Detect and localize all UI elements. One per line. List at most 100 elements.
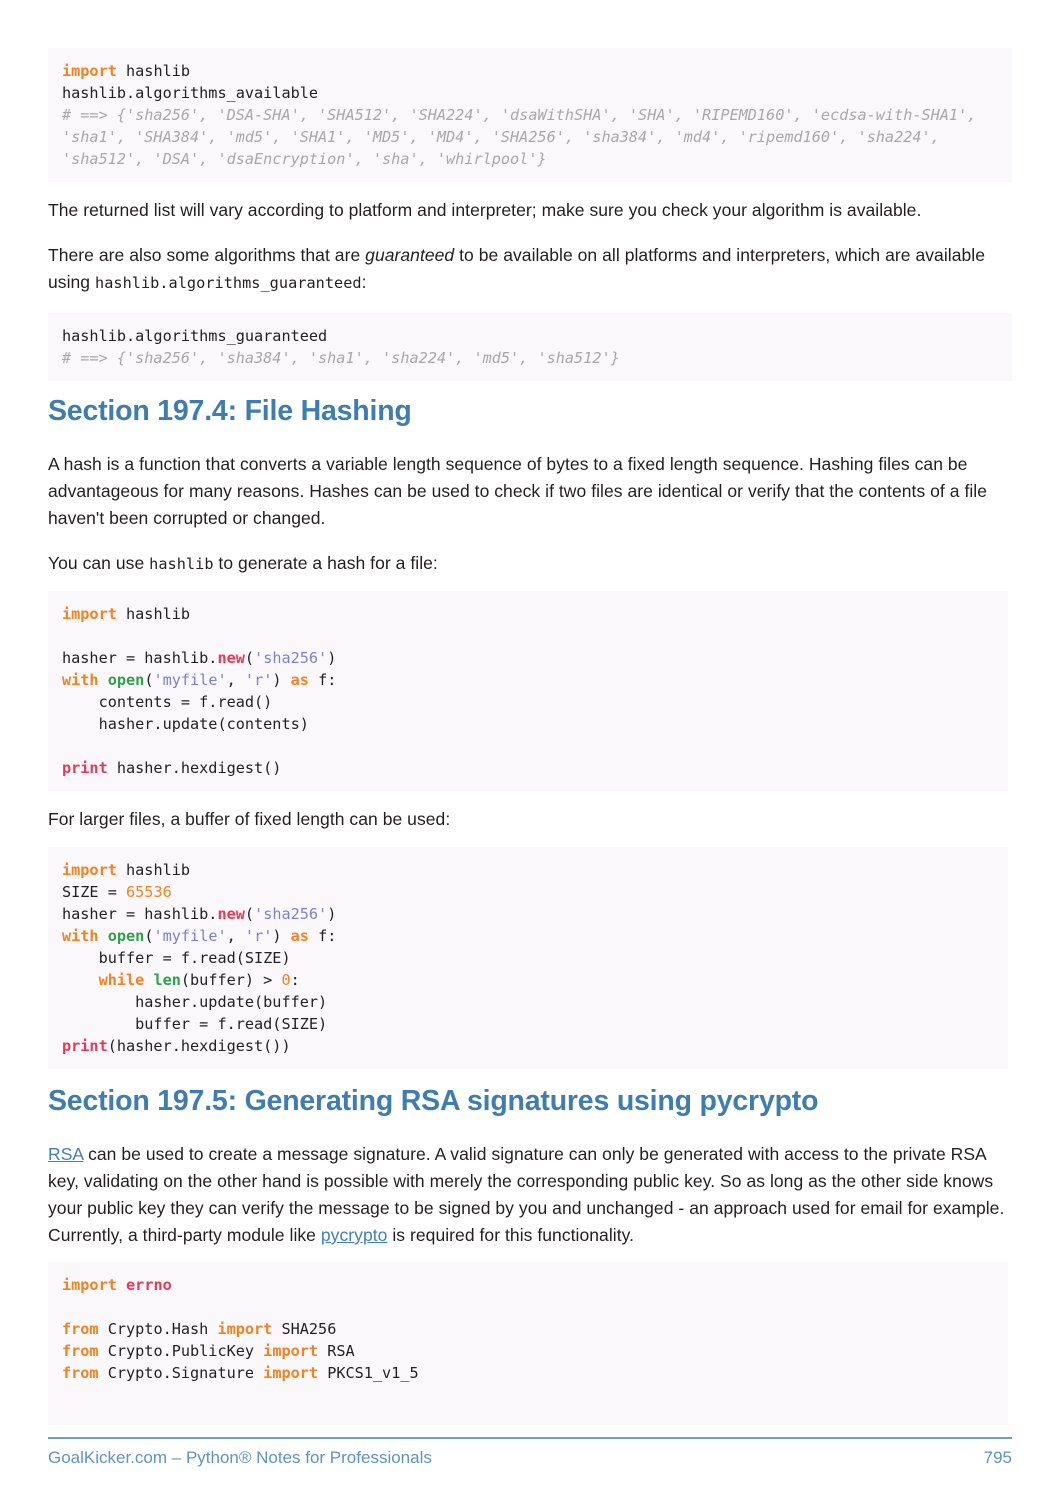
code-number: 65536 — [126, 883, 172, 901]
code-text: Crypto.Hash — [98, 1320, 218, 1338]
code-line: buffer = f.read(SIZE) — [62, 1015, 328, 1033]
code-block-file-hash: import hashlib hasher = hashlib.new('sha… — [48, 591, 1008, 791]
code-comment-line: # ==> {'sha256', 'DSA-SHA', 'SHA512', 'S… — [62, 106, 977, 124]
code-text: ) — [272, 927, 291, 945]
code-text: ) — [327, 649, 337, 667]
code-function: print — [62, 1037, 108, 1055]
code-string: 'sha256' — [254, 905, 328, 923]
code-block-algorithms-available: import hashlib hashlib.algorithms_availab… — [48, 48, 1012, 182]
paragraph-hash-definition: A hash is a function that converts a var… — [48, 454, 988, 528]
code-comment-line: 'sha1', 'SHA384', 'md5', 'SHA1', 'MD5', … — [62, 128, 940, 146]
inline-code-algorithms-guaranteed: hashlib.algorithms_guaranteed — [95, 274, 362, 292]
code-text: hasher = hashlib. — [62, 649, 218, 667]
code-line: from Crypto.Hash import SHA256 — [62, 1318, 994, 1340]
footer-title: GoalKicker.com – Python® Notes for Profe… — [48, 1448, 432, 1467]
code-text: SHA256 — [272, 1320, 337, 1338]
code-block-buffered-hash: import hashlib SIZE = 65536 hasher = hashl… — [48, 847, 1008, 1069]
code-string: 'myfile' — [153, 671, 227, 689]
emphasis-guaranteed: guaranteed — [365, 245, 455, 265]
code-line: with open('myfile', 'r') as f: — [62, 669, 994, 691]
link-pycrypto[interactable]: pycrypto — [321, 1225, 388, 1245]
code-text: ) — [272, 671, 291, 689]
code-line: from Crypto.PublicKey import RSA — [62, 1340, 994, 1362]
paragraph-text: : — [361, 272, 367, 292]
code-line: import errno — [62, 1274, 994, 1296]
code-line: hashlib.algorithms_guaranteed — [62, 327, 328, 345]
code-text: hasher.hexdigest() — [107, 759, 282, 777]
code-comment-line: 'sha512', 'DSA', 'dsaEncryption', 'sha',… — [62, 150, 547, 168]
code-text: (hasher.hexdigest()) — [107, 1037, 291, 1055]
code-keyword: from — [62, 1320, 99, 1338]
code-module: errno — [126, 1276, 172, 1294]
code-keyword: with — [62, 927, 99, 945]
code-keyword: import — [62, 605, 117, 623]
code-text: , — [226, 927, 245, 945]
code-string: 'sha256' — [254, 649, 328, 667]
document-page: import hashlib hashlib.algorithms_availab… — [0, 0, 1060, 1500]
code-string: 'r' — [244, 671, 273, 689]
code-keyword: with — [62, 671, 99, 689]
code-text: hashlib — [116, 62, 191, 80]
code-line: hashlib.algorithms_available — [62, 84, 319, 102]
code-keyword: import — [62, 1276, 117, 1294]
code-text: ( — [244, 905, 255, 923]
paragraph-rsa-description: RSA can be used to create a message sign… — [48, 1141, 1012, 1249]
code-keyword: from — [62, 1364, 99, 1382]
paragraph-guaranteed-algorithms: There are also some algorithms that are … — [48, 242, 1012, 297]
footer-divider — [48, 1437, 1012, 1439]
code-text: hashlib — [116, 861, 191, 879]
code-keyword: import — [263, 1364, 319, 1382]
code-string: 'r' — [244, 927, 273, 945]
code-function: new — [217, 649, 245, 667]
code-line: SIZE = 65536 — [62, 881, 994, 903]
code-line: import hashlib — [62, 603, 994, 625]
code-keyword: while — [98, 971, 145, 989]
code-keyword: from — [62, 1342, 99, 1360]
code-keyword: import — [62, 62, 117, 80]
code-text: f: — [308, 927, 337, 945]
code-text: (buffer) > — [180, 971, 282, 989]
code-text: , — [226, 671, 245, 689]
code-text: RSA — [318, 1342, 355, 1360]
code-text: PKCS1_v1_5 — [318, 1364, 419, 1382]
section-heading-197-4: Section 197.4: File Hashing — [48, 395, 412, 427]
paragraph-larger-files: For larger files, a buffer of fixed leng… — [48, 809, 451, 829]
link-rsa[interactable]: RSA — [48, 1144, 83, 1164]
code-line: from Crypto.Signature import PKCS1_v1_5 — [62, 1362, 994, 1384]
code-string: 'myfile' — [153, 927, 227, 945]
paragraph-text: There are also some algorithms that are — [48, 245, 366, 265]
code-block-algorithms-guaranteed: hashlib.algorithms_guaranteed # ==> {'sha… — [48, 313, 1012, 381]
code-builtin: open — [107, 927, 145, 945]
paragraph-text: is required for this functionality. — [387, 1225, 635, 1245]
code-text: SIZE = — [62, 883, 127, 901]
code-text: Crypto.Signature — [98, 1364, 264, 1382]
code-line: print(hasher.hexdigest()) — [62, 1035, 994, 1057]
code-function: new — [217, 905, 245, 923]
footer-page-number: 795 — [983, 1448, 1012, 1467]
code-builtin: open — [107, 671, 145, 689]
code-line: hasher.update(contents) — [62, 715, 309, 733]
code-line: hasher = hashlib.new('sha256') — [62, 903, 994, 925]
code-keyword: as — [290, 927, 309, 945]
code-line: while len(buffer) > 0: — [62, 969, 994, 991]
code-line: with open('myfile', 'r') as f: — [62, 925, 994, 947]
paragraph-returned-list: The returned list will vary according to… — [48, 200, 922, 220]
code-line: buffer = f.read(SIZE) — [62, 949, 291, 967]
footer-row: GoalKicker.com – Python® Notes for Profe… — [48, 1448, 1012, 1468]
code-builtin: len — [153, 971, 181, 989]
code-line: hasher = hashlib.new('sha256') — [62, 647, 994, 669]
code-function: print — [62, 759, 108, 777]
code-keyword: import — [263, 1342, 319, 1360]
code-line: import hashlib — [62, 859, 994, 881]
code-line: import hashlib — [62, 60, 998, 82]
code-comment-line: # ==> {'sha256', 'sha384', 'sha1', 'sha2… — [62, 349, 620, 367]
code-line: print hasher.hexdigest() — [62, 757, 994, 779]
code-block-pycrypto-imports: import errno from Crypto.Hash import SHA… — [48, 1262, 1008, 1425]
page-footer: GoalKicker.com – Python® Notes for Profe… — [48, 1437, 1012, 1468]
paragraph-text: to generate a hash for a file: — [213, 553, 438, 573]
